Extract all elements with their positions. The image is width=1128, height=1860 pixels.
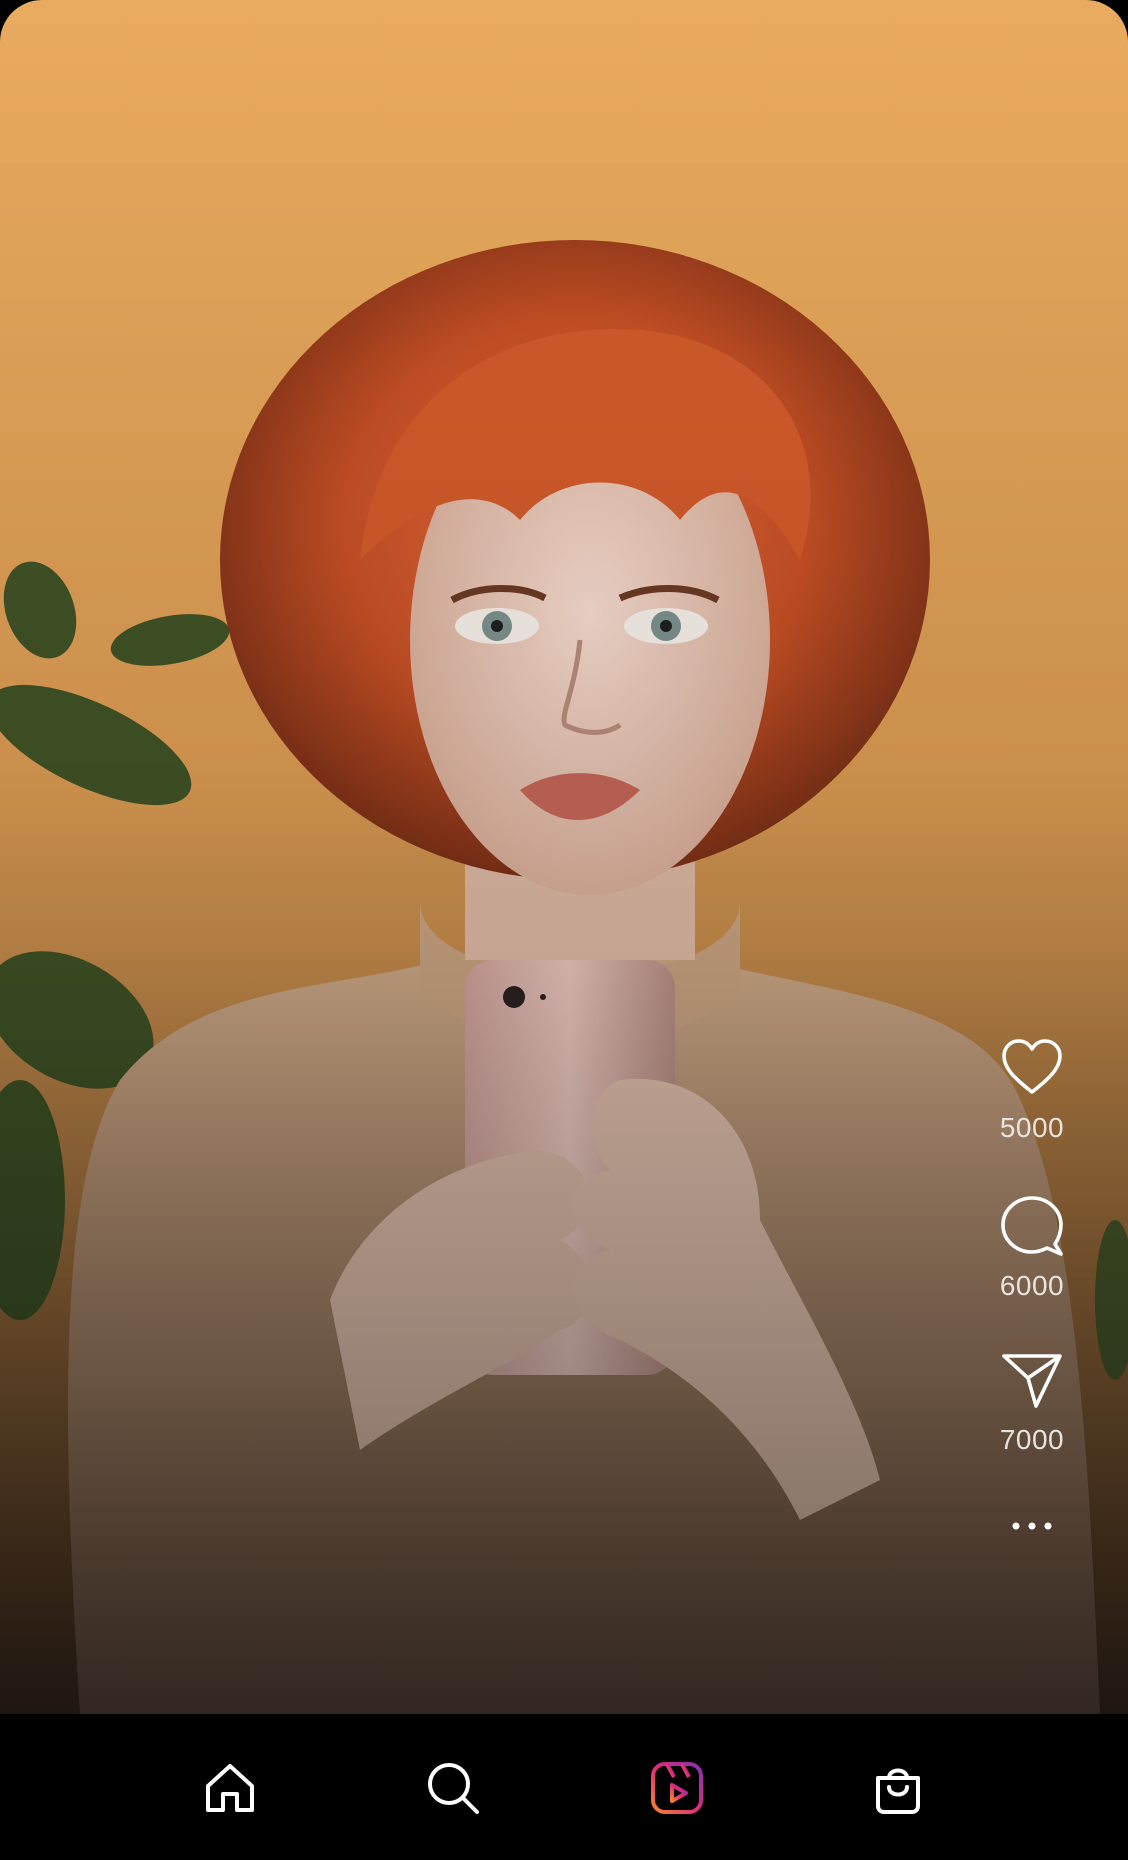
reel-video[interactable]: 5000 6000 7000 — [0, 0, 1128, 1714]
nav-shop-button[interactable] — [858, 1748, 938, 1828]
like-button[interactable]: 5000 — [1000, 1036, 1064, 1144]
like-count: 5000 — [999, 1112, 1065, 1143]
nav-home-button[interactable] — [190, 1748, 270, 1828]
share-count: 7000 — [999, 1424, 1065, 1455]
nav-reels-button[interactable] — [637, 1748, 717, 1828]
shopping-bag-icon — [876, 1768, 920, 1814]
bottom-navigation-bar — [0, 1714, 1128, 1860]
reel-actions: 5000 6000 7000 — [984, 1036, 1080, 1534]
search-icon — [428, 1763, 479, 1814]
more-horizontal-icon — [1012, 1522, 1052, 1530]
reels-screen: 5000 6000 7000 — [0, 0, 1128, 1860]
share-button[interactable]: 7000 — [1000, 1348, 1064, 1456]
more-options-button[interactable] — [1008, 1518, 1056, 1534]
comment-button[interactable]: 6000 — [1000, 1194, 1064, 1302]
comment-bubble-icon — [1001, 1196, 1063, 1256]
paper-plane-icon — [1002, 1354, 1062, 1408]
nav-search-button[interactable] — [413, 1748, 493, 1828]
comment-count: 6000 — [999, 1270, 1065, 1301]
home-icon — [206, 1764, 254, 1812]
reel-photo — [0, 0, 1128, 1714]
reels-icon — [651, 1762, 703, 1814]
heart-icon — [1002, 1039, 1062, 1094]
